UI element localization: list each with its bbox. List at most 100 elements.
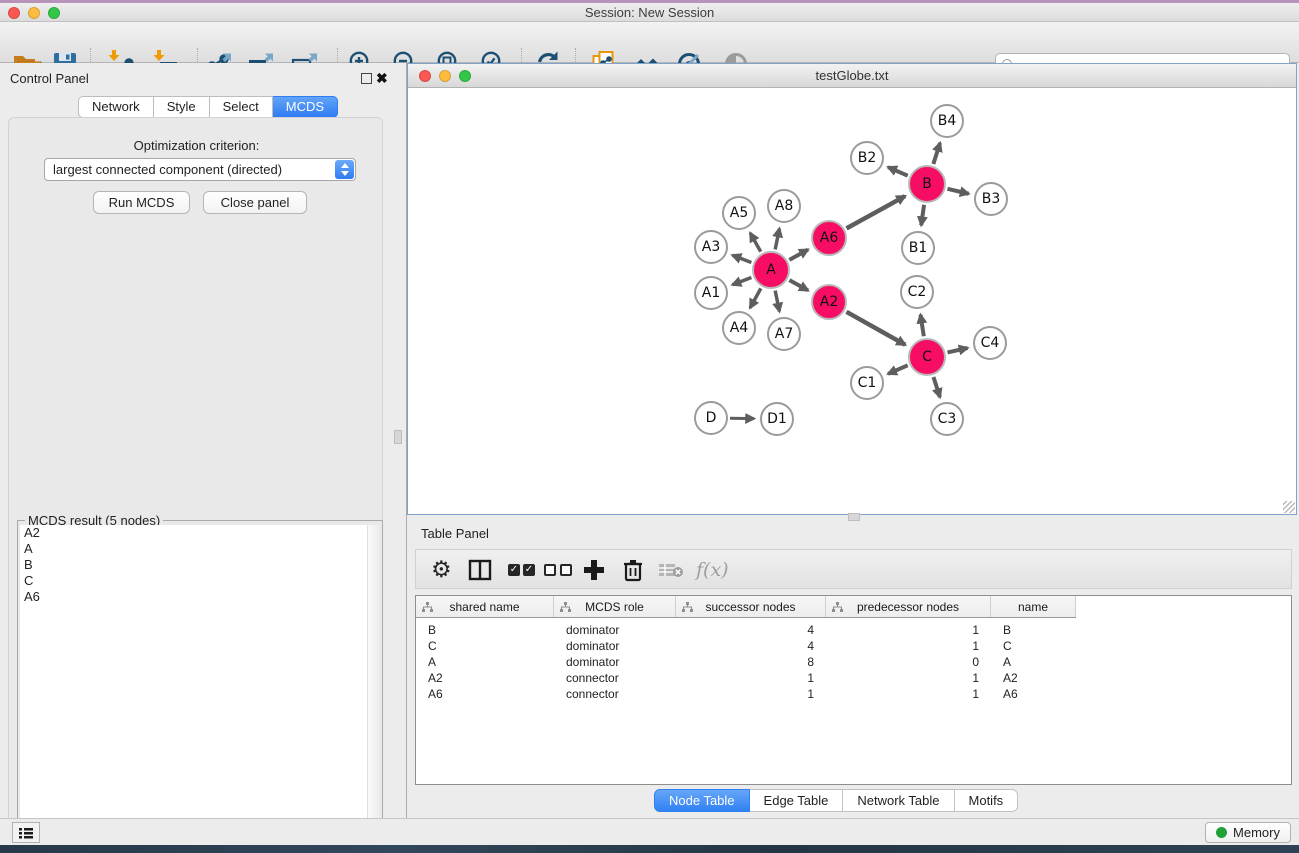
column-header-MCDS-role[interactable]: MCDS role [554, 596, 676, 617]
graph-edge-A-A6[interactable] [789, 250, 808, 260]
graph-edge-B-B3[interactable] [947, 189, 968, 194]
unselect-all-columns-icon[interactable] [544, 557, 576, 583]
graph-edge-C-C1[interactable] [888, 365, 908, 374]
create-column-plus-icon[interactable] [584, 557, 604, 583]
close-panel-button[interactable]: Close panel [203, 191, 307, 214]
table-cell[interactable]: connector [554, 670, 676, 686]
table-row[interactable]: A6connector11A6 [416, 686, 1076, 702]
graph-edge-B-B4[interactable] [933, 143, 940, 164]
divider-grip[interactable] [394, 430, 402, 444]
table-cell[interactable]: A [416, 654, 554, 670]
table-cell[interactable]: 1 [826, 638, 991, 654]
table-cell[interactable]: A6 [991, 686, 1076, 702]
table-cell[interactable]: C [416, 638, 554, 654]
graph-node-B[interactable]: B [908, 165, 946, 203]
graph-edge-A-A5[interactable] [750, 233, 760, 252]
column-header-shared-name[interactable]: shared name [416, 596, 554, 617]
table-cell[interactable]: dominator [554, 638, 676, 654]
tab-network[interactable]: Network [78, 96, 154, 118]
mcds-result-item[interactable]: C [20, 573, 380, 589]
column-header-predecessor-nodes[interactable]: predecessor nodes [826, 596, 991, 617]
graph-edge-A2-C[interactable] [846, 312, 905, 345]
graph-edge-B-B2[interactable] [888, 167, 908, 176]
table-cell[interactable]: 1 [826, 622, 991, 638]
table-cell[interactable]: 1 [826, 686, 991, 702]
tab-motifs[interactable]: Motifs [955, 789, 1019, 812]
graph-node-A4[interactable]: A4 [722, 311, 756, 345]
graph-edge-A-A1[interactable] [732, 278, 751, 285]
graph-node-B3[interactable]: B3 [974, 182, 1008, 216]
mcds-result-list[interactable]: A2ABCA6 [20, 525, 380, 844]
tab-network-table[interactable]: Network Table [843, 789, 954, 812]
graph-edge-A-A7[interactable] [775, 291, 779, 312]
graph-node-D[interactable]: D [694, 401, 728, 435]
run-mcds-button[interactable]: Run MCDS [93, 191, 190, 214]
table-cell[interactable]: A6 [416, 686, 554, 702]
graph-node-C2[interactable]: C2 [900, 275, 934, 309]
graph-node-B2[interactable]: B2 [850, 141, 884, 175]
column-header-successor-nodes[interactable]: successor nodes [676, 596, 826, 617]
table-cell[interactable]: dominator [554, 622, 676, 638]
delete-column-trash-icon[interactable] [622, 557, 644, 583]
divider-grip[interactable] [848, 513, 860, 521]
table-cell[interactable]: B [416, 622, 554, 638]
network-resize-grip[interactable] [1283, 501, 1295, 513]
graph-node-C4[interactable]: C4 [973, 326, 1007, 360]
graph-node-B4[interactable]: B4 [930, 104, 964, 138]
table-row[interactable]: Bdominator41B [416, 622, 1076, 638]
mcds-result-item[interactable]: A6 [20, 589, 380, 605]
graph-node-A6[interactable]: A6 [811, 220, 847, 256]
table-cell[interactable]: 1 [826, 670, 991, 686]
mcds-result-item[interactable]: A [20, 541, 380, 557]
graph-edge-A-A2[interactable] [789, 280, 808, 290]
graph-edge-B-B1[interactable] [921, 205, 924, 225]
vertical-split-divider[interactable] [390, 63, 407, 818]
graph-edge-A-A3[interactable] [732, 255, 751, 262]
graph-node-A[interactable]: A [752, 251, 790, 289]
float-panel-icon[interactable] [361, 73, 372, 84]
network-window-titlebar[interactable]: testGlobe.txt [408, 64, 1296, 88]
graph-node-C3[interactable]: C3 [930, 402, 964, 436]
graph-edge-A-A8[interactable] [775, 229, 779, 250]
graph-node-A7[interactable]: A7 [767, 317, 801, 351]
graph-node-A8[interactable]: A8 [767, 189, 801, 223]
table-cell[interactable]: B [991, 622, 1076, 638]
tab-select[interactable]: Select [210, 96, 273, 118]
graph-node-D1[interactable]: D1 [760, 402, 794, 436]
table-cell[interactable]: 8 [676, 654, 826, 670]
graph-edge-C-C3[interactable] [933, 377, 939, 397]
function-builder-icon[interactable]: f(x) [696, 557, 729, 583]
graph-node-B1[interactable]: B1 [901, 231, 935, 265]
tab-mcds[interactable]: MCDS [273, 96, 338, 118]
table-cell[interactable]: 0 [826, 654, 991, 670]
graph-node-A3[interactable]: A3 [694, 230, 728, 264]
table-cell[interactable]: connector [554, 686, 676, 702]
table-cell[interactable]: A2 [991, 670, 1076, 686]
tab-edge-table[interactable]: Edge Table [750, 789, 844, 812]
graph-edge-A6-B[interactable] [847, 196, 906, 228]
table-cell[interactable]: A [991, 654, 1076, 670]
table-cell[interactable]: dominator [554, 654, 676, 670]
close-panel-icon[interactable]: ✖ [376, 70, 388, 87]
network-canvas[interactable]: AA1A2A3A4A5A6A7A8BB1B2B3B4CC1C2C3C4DD1 [408, 88, 1296, 514]
mcds-result-item[interactable]: B [20, 557, 380, 573]
table-options-gear-icon[interactable]: ⚙ [431, 557, 452, 583]
graph-node-A5[interactable]: A5 [722, 196, 756, 230]
tab-node-table[interactable]: Node Table [654, 789, 750, 812]
graph-node-A2[interactable]: A2 [811, 284, 847, 320]
table-cell[interactable]: 1 [676, 670, 826, 686]
tab-style[interactable]: Style [154, 96, 210, 118]
show-columns-icon[interactable] [468, 557, 492, 583]
graph-edge-A-A4[interactable] [750, 288, 761, 307]
node-table[interactable]: shared nameMCDS rolesuccessor nodesprede… [415, 595, 1292, 785]
select-all-columns-icon[interactable]: ✓✓ [508, 557, 538, 583]
table-row[interactable]: A2connector11A2 [416, 670, 1076, 686]
task-history-button[interactable] [12, 822, 40, 843]
column-header-name[interactable]: name [991, 596, 1076, 617]
table-cell[interactable]: 4 [676, 638, 826, 654]
graph-node-A1[interactable]: A1 [694, 276, 728, 310]
criterion-dropdown[interactable]: largest connected component (directed) [44, 158, 356, 181]
graph-node-C[interactable]: C [908, 338, 946, 376]
graph-edge-C-C2[interactable] [920, 315, 923, 337]
table-row[interactable]: Adominator80A [416, 654, 1076, 670]
